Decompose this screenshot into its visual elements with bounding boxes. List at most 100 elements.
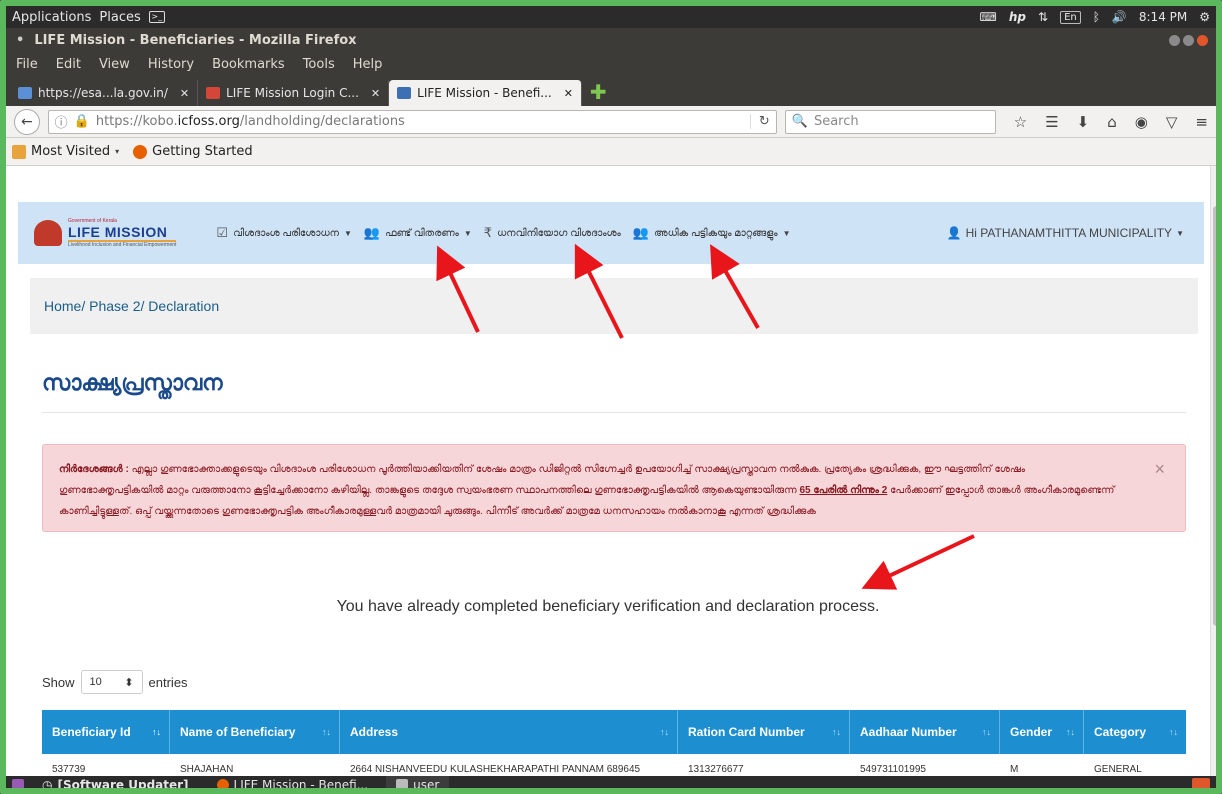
tab-esa[interactable]: https://esa...la.gov.in/ ✕ xyxy=(10,80,199,106)
breadcrumb-phase[interactable]: Phase 2 xyxy=(89,298,140,314)
places-menu[interactable]: Places xyxy=(99,10,140,25)
page-scrollbar[interactable] xyxy=(1210,166,1216,776)
lock-icon[interactable]: 🔒 xyxy=(74,114,90,129)
menu-history[interactable]: History xyxy=(148,57,194,72)
bookmark-most-visited[interactable]: Most Visited ▾ xyxy=(12,144,119,159)
task-label: user xyxy=(413,778,440,792)
nav-verification-menu[interactable]: ☑ വിശദാംശ പരിശോധന ▼ xyxy=(216,225,351,241)
search-input[interactable]: 🔍 Search xyxy=(784,109,996,134)
volume-icon[interactable]: 🔊 xyxy=(1112,10,1127,24)
pocket-icon[interactable]: ▽ xyxy=(1166,113,1178,131)
notification-tray-icon[interactable] xyxy=(1192,778,1210,788)
column-label: Aadhaar Number xyxy=(860,725,957,739)
close-tab-icon[interactable]: ✕ xyxy=(371,87,380,100)
os-taskbar: ◷ [Software Updater] LIFE Mission - Bene… xyxy=(6,776,1216,792)
url-text: https://kobo.icfoss.org/landholding/decl… xyxy=(96,114,405,129)
window-menu-icon[interactable]: • xyxy=(16,33,24,48)
table-row[interactable]: 537739 SHAJAHAN 2664 NISHANVEEDU KULASHE… xyxy=(42,754,1186,776)
sort-icon: ↑↓ xyxy=(1066,727,1075,737)
rupee-icon: ₹ xyxy=(483,225,493,240)
clock[interactable]: 8:14 PM xyxy=(1139,10,1187,24)
menu-edit[interactable]: Edit xyxy=(56,57,81,72)
entries-select[interactable]: 10 ⬍ xyxy=(80,670,143,694)
new-tab-plus-icon[interactable]: ✚ xyxy=(590,80,607,106)
logo-title: LIFE MISSION xyxy=(68,224,177,242)
downloads-icon[interactable]: ⬇ xyxy=(1077,113,1090,131)
menu-view[interactable]: View xyxy=(99,57,130,72)
url-bar[interactable]: ⓘ 🔒 https://kobo.icfoss.org/landholding/… xyxy=(47,109,777,134)
breadcrumb-separator: / xyxy=(140,298,149,314)
task-label: LIFE Mission - Benefi... xyxy=(233,778,369,792)
navigation-toolbar: ← ⓘ 🔒 https://kobo.icfoss.org/landholdin… xyxy=(6,106,1216,138)
hp-icon[interactable]: hp xyxy=(1009,10,1026,24)
settings-gear-icon[interactable]: ⚙ xyxy=(1199,10,1210,24)
home-icon[interactable]: ⌂ xyxy=(1107,113,1117,131)
reading-list-icon[interactable]: ☰ xyxy=(1045,113,1058,131)
keyboard-icon[interactable]: ⌨ xyxy=(980,10,997,24)
bookmark-label: Most Visited xyxy=(31,144,111,159)
menu-bookmarks[interactable]: Bookmarks xyxy=(212,57,285,72)
close-tab-icon[interactable]: ✕ xyxy=(180,87,189,100)
network-icon[interactable]: ⇅ xyxy=(1038,10,1048,24)
tab-beneficiaries[interactable]: LIFE Mission - Benefi... ✕ xyxy=(389,80,582,106)
table-length-control: Show 10 ⬍ entries xyxy=(42,670,188,694)
applications-menu[interactable]: Applications xyxy=(12,10,91,25)
chat-icon[interactable]: ◉ xyxy=(1135,113,1148,131)
maximize-button[interactable] xyxy=(1183,34,1194,46)
page-title: സാക്ഷ്യപ്രസ്താവന xyxy=(42,370,223,395)
divider xyxy=(42,412,1186,413)
user-menu[interactable]: 👤 Hi PATHANAMTHITTA MUNICIPALITY ▼ xyxy=(947,226,1184,240)
column-gender[interactable]: Gender ↑↓ xyxy=(1000,710,1084,754)
minimize-button[interactable] xyxy=(1169,34,1180,46)
nav-fund-menu[interactable]: 👥 ഫണ്ട് വിതരണം ▼ xyxy=(364,225,472,241)
bluetooth-icon[interactable]: ᛒ xyxy=(1093,10,1100,24)
hamburger-menu-icon[interactable]: ≡ xyxy=(1195,113,1208,131)
completion-message: You have already completed beneficiary v… xyxy=(336,598,880,615)
close-alert-button[interactable]: × xyxy=(1154,459,1165,480)
nav-additional-list-menu[interactable]: 👥 അധിക പട്ടികയും മാറ്റങ്ങളും ▼ xyxy=(633,225,791,241)
cell-address: 2664 NISHANVEEDU KULASHEKHARAPATHI PANNA… xyxy=(350,764,641,775)
tab-login[interactable]: LIFE Mission Login C... ✕ xyxy=(198,80,390,106)
nav-expenditure-menu[interactable]: ₹ ധനവിനിയോഗ വിശദാംശം xyxy=(484,225,621,241)
column-name[interactable]: Name of Beneficiary ↑↓ xyxy=(170,710,340,754)
window-title: LIFE Mission - Beneficiaries - Mozilla F… xyxy=(34,32,357,48)
sort-icon: ↑↓ xyxy=(152,727,161,737)
alert-label: നിർദേശങ്ങൾ : xyxy=(59,464,129,475)
chevron-down-icon: ▼ xyxy=(782,228,791,238)
life-mission-logo[interactable]: Government of Kerala LIFE MISSION Liveli… xyxy=(34,218,177,248)
menu-file[interactable]: File xyxy=(16,57,38,72)
task-software-updater[interactable]: ◷ [Software Updater] xyxy=(32,776,199,788)
sort-icon: ↑↓ xyxy=(322,727,331,737)
column-aadhaar[interactable]: Aadhaar Number ↑↓ xyxy=(850,710,1000,754)
firefox-menubar: File Edit View History Bookmarks Tools H… xyxy=(6,52,1216,76)
column-beneficiary-id[interactable]: Beneficiary Id ↑↓ xyxy=(42,710,170,754)
site-navbar: Government of Kerala LIFE MISSION Liveli… xyxy=(18,202,1204,264)
entries-label: entries xyxy=(148,674,188,690)
bookmark-star-icon[interactable]: ☆ xyxy=(1014,113,1027,131)
column-category[interactable]: Category ↑↓ xyxy=(1084,710,1186,754)
language-indicator[interactable]: En xyxy=(1060,10,1081,24)
show-desktop-icon[interactable] xyxy=(12,779,24,788)
breadcrumb-home[interactable]: Home xyxy=(44,298,81,314)
bookmark-getting-started[interactable]: Getting Started xyxy=(133,144,253,159)
cell-name: SHAJAHAN xyxy=(180,764,234,775)
bookmark-label: Getting Started xyxy=(152,144,253,159)
sort-icon: ↑↓ xyxy=(832,727,841,737)
terminal-icon[interactable]: >_ xyxy=(148,11,165,23)
info-icon[interactable]: ⓘ xyxy=(55,112,68,131)
task-user[interactable]: user xyxy=(386,776,450,792)
sort-icon: ↑↓ xyxy=(660,727,669,737)
close-tab-icon[interactable]: ✕ xyxy=(564,87,573,100)
menu-tools[interactable]: Tools xyxy=(303,57,335,72)
column-ration-card[interactable]: Ration Card Number ↑↓ xyxy=(678,710,850,754)
show-label: Show xyxy=(42,674,75,690)
menu-help[interactable]: Help xyxy=(353,57,383,72)
sort-icon: ↑↓ xyxy=(982,727,991,737)
task-firefox[interactable]: LIFE Mission - Benefi... xyxy=(207,776,379,792)
column-address[interactable]: Address ↑↓ xyxy=(340,710,678,754)
scrollbar-thumb[interactable] xyxy=(1213,206,1216,626)
breadcrumb-current: Declaration xyxy=(148,298,220,314)
back-arrow-icon[interactable]: ← xyxy=(14,108,40,135)
reload-icon[interactable]: ↻ xyxy=(749,114,770,129)
close-window-button[interactable] xyxy=(1197,34,1208,46)
